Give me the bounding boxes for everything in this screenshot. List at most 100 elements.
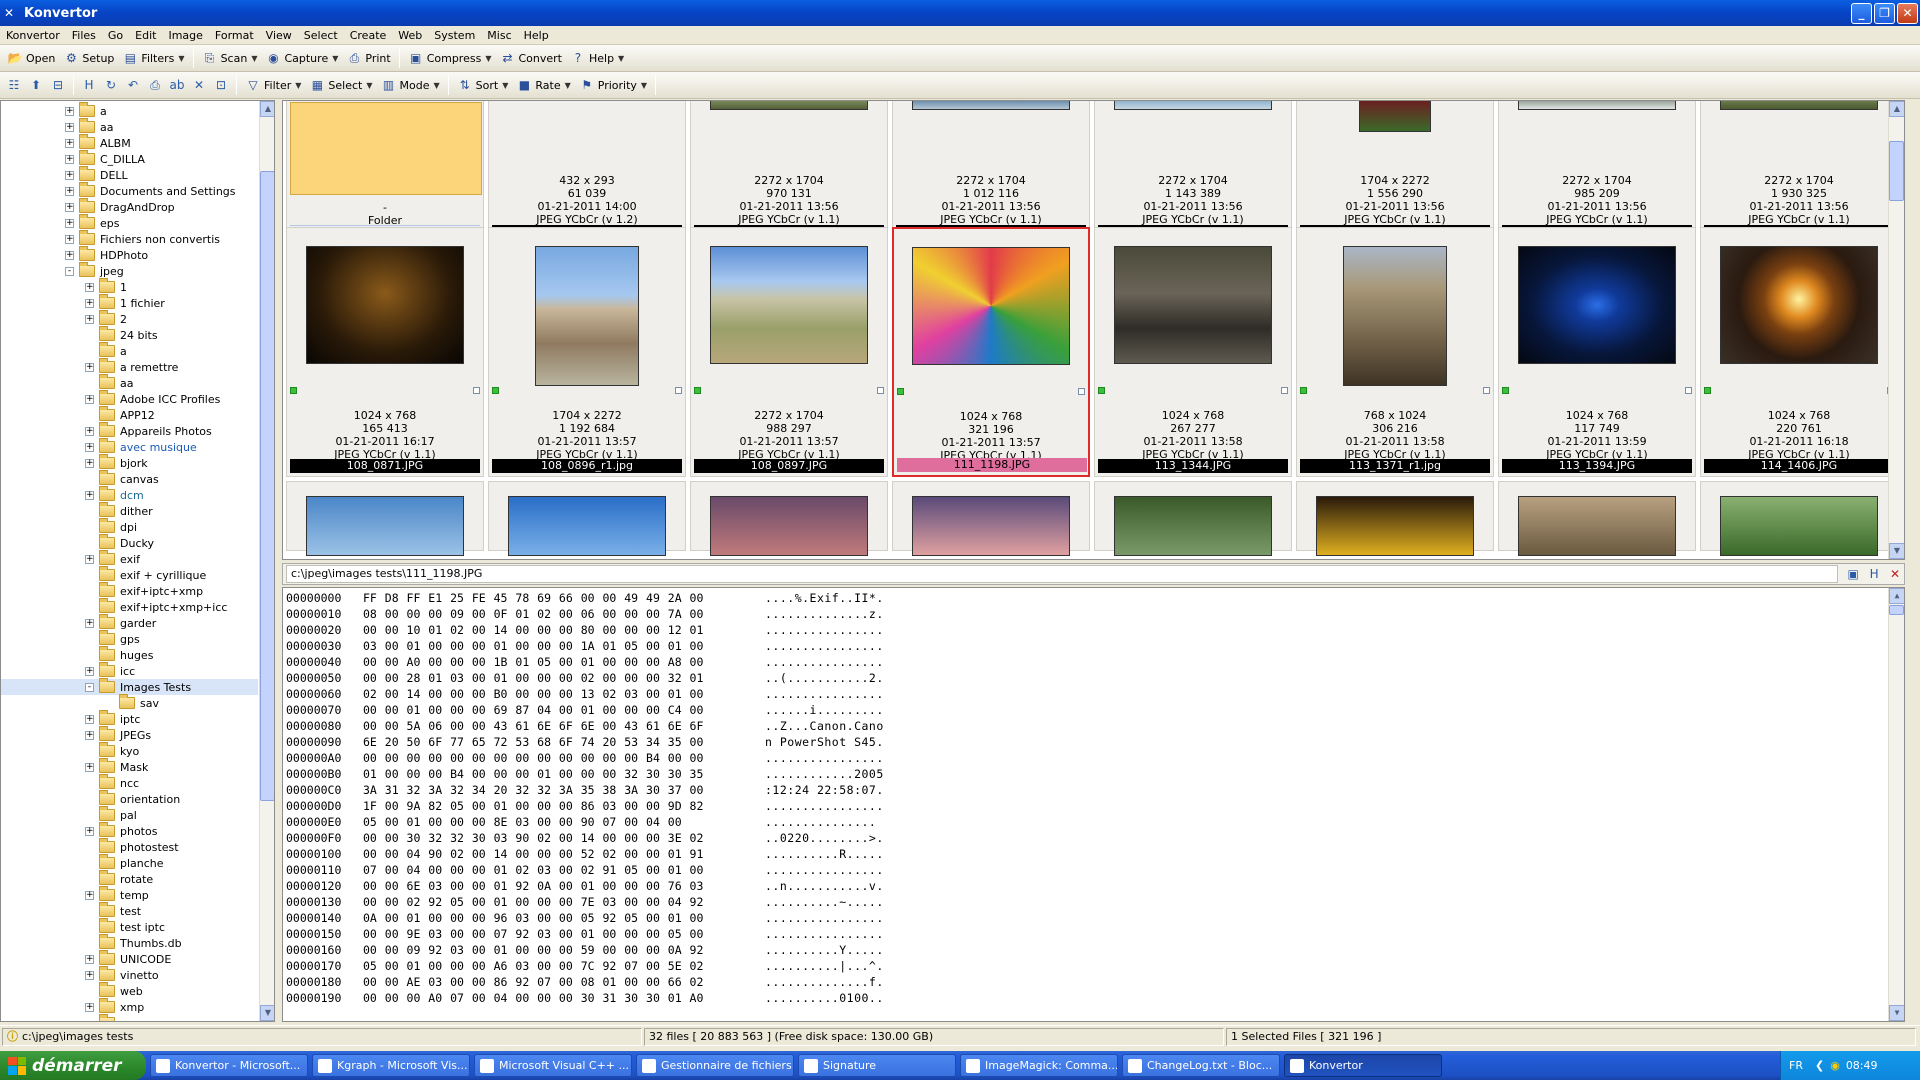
tree-node[interactable]: + DELL bbox=[65, 166, 128, 183]
scroll-up-icon[interactable]: ▲ bbox=[260, 101, 274, 117]
help-button[interactable]: ? Help ▼ bbox=[566, 47, 628, 69]
tree-node[interactable]: ncc bbox=[85, 774, 139, 791]
export-icon[interactable]: ▣ bbox=[1844, 565, 1862, 583]
expand-icon[interactable]: + bbox=[85, 458, 94, 468]
maximize-button[interactable]: ❐ bbox=[1874, 2, 1895, 24]
expand-icon[interactable]: + bbox=[85, 954, 94, 964]
checkbox-icon[interactable] bbox=[473, 387, 480, 394]
rate-button[interactable]: ■ Rate ▼ bbox=[512, 74, 574, 96]
menu-files[interactable]: Files bbox=[66, 26, 102, 45]
tree-node[interactable]: + avec musique bbox=[85, 438, 197, 455]
expand-icon[interactable]: + bbox=[85, 618, 94, 628]
collapse-icon[interactable]: - bbox=[65, 266, 74, 276]
expand-icon[interactable]: + bbox=[85, 970, 94, 980]
flag-icon[interactable] bbox=[1704, 387, 1711, 394]
scroll-up-icon[interactable]: ▲ bbox=[1889, 588, 1904, 604]
taskbar-button[interactable]: ChangeLog.txt - Bloc... bbox=[1122, 1054, 1280, 1077]
thumbnail-cell[interactable]: 2272 x 1704 985 209 01-21-2011 13:56 JPEG Y… bbox=[1498, 101, 1696, 247]
language-indicator[interactable]: FR bbox=[1789, 1059, 1803, 1072]
expand-icon[interactable]: + bbox=[85, 714, 94, 724]
expand-icon[interactable]: + bbox=[85, 554, 94, 564]
tree-node[interactable]: + bjork bbox=[85, 454, 148, 471]
expand-icon[interactable]: + bbox=[85, 826, 94, 836]
thumbnail-cell[interactable]: 1704 x 2272 1 556 290 01-21-2011 13:56 JPEG… bbox=[1296, 101, 1494, 247]
view-tree-icon[interactable]: ☷ bbox=[3, 74, 25, 96]
expand-icon[interactable]: + bbox=[65, 154, 74, 164]
taskbar-button[interactable]: Konvertor bbox=[1284, 1054, 1442, 1077]
tree-node[interactable]: pal bbox=[85, 806, 137, 823]
tree-node[interactable]: - jpeg bbox=[65, 262, 124, 279]
taskbar-button[interactable]: Signature bbox=[798, 1054, 956, 1077]
folder-tree[interactable]: + a + aa + ALBM + C_DILLA + DELL + Documents and Se… bbox=[0, 100, 275, 1022]
expand-icon[interactable]: + bbox=[65, 186, 74, 196]
hex-icon[interactable]: H bbox=[1865, 565, 1883, 583]
menu-go[interactable]: Go bbox=[102, 26, 129, 45]
expand-icon[interactable]: + bbox=[85, 314, 94, 324]
scroll-down-icon[interactable]: ▼ bbox=[1889, 543, 1904, 559]
thumbnail-cell[interactable]: 1024 x 768 165 413 01-21-2011 16:17 JPEG YC… bbox=[286, 227, 484, 477]
mode-button[interactable]: ▥ Mode ▼ bbox=[377, 74, 444, 96]
tree-node[interactable]: + garder bbox=[85, 614, 156, 631]
tree-node[interactable]: + aa bbox=[65, 118, 113, 135]
hex-view-icon[interactable]: H bbox=[78, 74, 100, 96]
tree-node[interactable]: + iptc bbox=[85, 710, 140, 727]
tree-node[interactable]: planche bbox=[85, 854, 164, 871]
thumbnail-cell[interactable] bbox=[1498, 481, 1696, 556]
tree-node[interactable]: orientation bbox=[85, 790, 180, 807]
tray-app-icon[interactable]: ◉ bbox=[1830, 1059, 1840, 1072]
crop-icon[interactable]: ⊡ bbox=[210, 74, 232, 96]
chevron-down-icon[interactable]: ▼ bbox=[485, 54, 491, 63]
tree-node[interactable]: gps bbox=[85, 630, 140, 647]
close-button[interactable]: ✕ bbox=[1897, 2, 1918, 24]
minimize-button[interactable]: _ bbox=[1851, 2, 1872, 24]
chevron-down-icon[interactable]: ▼ bbox=[618, 54, 624, 63]
thumbnail-cell[interactable]: 2272 x 1704 1 143 389 01-21-2011 13:56 JPEG… bbox=[1094, 101, 1292, 247]
tree-node[interactable]: sav bbox=[105, 694, 159, 711]
print-small-icon[interactable]: ⎙ bbox=[144, 74, 166, 96]
chevron-down-icon[interactable]: ▼ bbox=[641, 81, 647, 90]
tree-node[interactable]: + JPEGs bbox=[85, 726, 151, 743]
scroll-up-icon[interactable]: ▲ bbox=[1889, 101, 1904, 117]
thumbnail-cell[interactable] bbox=[1094, 481, 1292, 556]
tree-scrollbar[interactable]: ▲ ▼ bbox=[259, 101, 274, 1021]
tree-node[interactable]: + temp bbox=[85, 886, 149, 903]
thumbnail-cell[interactable] bbox=[286, 481, 484, 556]
tree-node[interactable]: + Mask bbox=[85, 758, 148, 775]
thumbnail-cell[interactable]: 1704 x 2272 1 192 684 01-21-2011 13:57 JPEG… bbox=[488, 227, 686, 477]
tree-node[interactable]: + Adobe ICC Profiles bbox=[85, 390, 220, 407]
tree-node[interactable]: dpi bbox=[85, 518, 137, 535]
tree-node[interactable]: +1 bbox=[85, 278, 127, 295]
tree-node[interactable]: a bbox=[85, 342, 127, 359]
hex-scrollbar[interactable]: ▲ ▼ bbox=[1888, 588, 1904, 1021]
select-button[interactable]: ▦ Select ▼ bbox=[305, 74, 376, 96]
flag-icon[interactable] bbox=[1502, 387, 1509, 394]
chevron-down-icon[interactable]: ▼ bbox=[502, 81, 508, 90]
priority-button[interactable]: ⚑ Priority ▼ bbox=[575, 74, 651, 96]
tree-node[interactable]: + icc bbox=[85, 662, 135, 679]
checkbox-icon[interactable] bbox=[1281, 387, 1288, 394]
flag-icon[interactable] bbox=[897, 388, 904, 395]
expand-icon[interactable]: + bbox=[65, 202, 74, 212]
tree-node[interactable]: Ducky bbox=[85, 534, 154, 551]
expand-icon[interactable]: + bbox=[85, 426, 94, 436]
sort-button[interactable]: ⇅ Sort ▼ bbox=[453, 74, 513, 96]
tree-node[interactable]: canvas bbox=[85, 470, 159, 487]
tree-node[interactable]: - Images Tests bbox=[1, 678, 258, 695]
checkbox-icon[interactable] bbox=[1685, 387, 1692, 394]
filter-button[interactable]: ▽ Filter ▼ bbox=[241, 74, 305, 96]
menu-system[interactable]: System bbox=[428, 26, 481, 45]
tree-node[interactable]: APP12 bbox=[85, 406, 155, 423]
thumbnail-cell[interactable]: 1024 x 768 321 196 01-21-2011 13:57 JPEG YC… bbox=[892, 227, 1090, 477]
folder-up-icon[interactable]: ⬆ bbox=[25, 74, 47, 96]
tree-node[interactable]: photostest bbox=[85, 838, 179, 855]
collapse-icon[interactable]: - bbox=[85, 682, 94, 692]
tree-node[interactable]: test bbox=[85, 902, 141, 919]
menu-help[interactable]: Help bbox=[518, 26, 555, 45]
refresh-icon[interactable]: ↻ bbox=[100, 74, 122, 96]
thumbnail-cell[interactable]: 2272 x 1704 988 297 01-21-2011 13:57 JPEG Y… bbox=[690, 227, 888, 477]
thumbnail-cell[interactable] bbox=[488, 481, 686, 556]
flag-icon[interactable] bbox=[290, 387, 297, 394]
menu-image[interactable]: Image bbox=[162, 26, 208, 45]
chevron-down-icon[interactable]: ▼ bbox=[295, 81, 301, 90]
tree-node[interactable]: + ALBM bbox=[65, 134, 131, 151]
